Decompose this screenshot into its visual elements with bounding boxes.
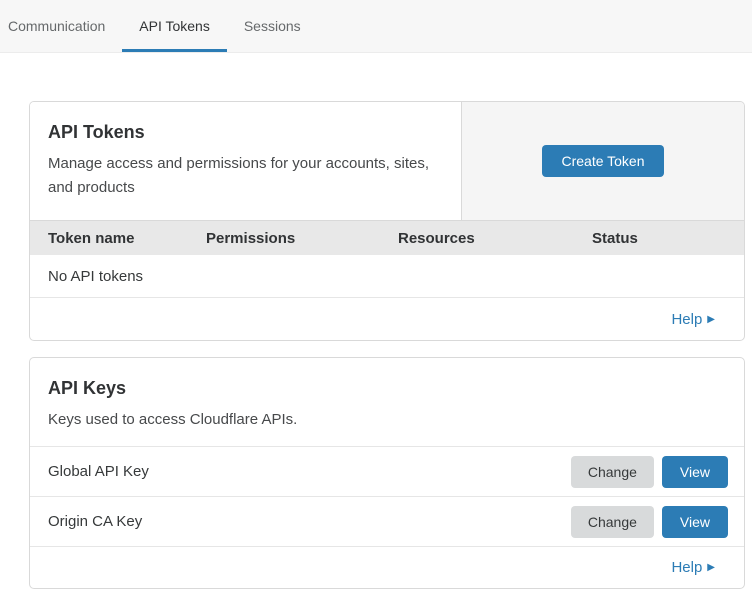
content-area: API Tokens Manage access and permissions… bbox=[0, 53, 752, 589]
api-keys-help-label: Help bbox=[671, 559, 702, 576]
api-keys-card-description: Keys used to access Cloudflare APIs. bbox=[48, 408, 444, 432]
global-api-key-row: Global API Key Change View bbox=[30, 446, 744, 496]
tokens-table-header-status: Status bbox=[592, 230, 744, 247]
tokens-empty-message: No API tokens bbox=[48, 268, 143, 285]
api-tokens-card-header: API Tokens Manage access and permissions… bbox=[30, 102, 744, 220]
api-tokens-card-description: Manage access and permissions for your a… bbox=[48, 152, 443, 200]
origin-ca-key-row: Origin CA Key Change View bbox=[30, 496, 744, 546]
api-keys-card-footer: Help ▶ bbox=[30, 546, 744, 588]
api-tokens-card-footer: Help ▶ bbox=[30, 298, 744, 340]
page: Communication API Tokens Sessions API To… bbox=[0, 0, 752, 592]
api-keys-card: API Keys Keys used to access Cloudflare … bbox=[29, 357, 745, 589]
origin-ca-key-actions: Change View bbox=[571, 506, 728, 538]
tokens-table-header-resources: Resources bbox=[398, 230, 592, 247]
api-tokens-help-link[interactable]: Help ▶ bbox=[671, 311, 715, 328]
tab-communication-label: Communication bbox=[8, 18, 105, 34]
api-tokens-card: API Tokens Manage access and permissions… bbox=[29, 101, 745, 341]
tab-communication[interactable]: Communication bbox=[0, 0, 122, 52]
api-tokens-card-title: API Tokens bbox=[48, 122, 443, 143]
tab-bar: Communication API Tokens Sessions bbox=[0, 0, 752, 53]
tokens-table-header-permissions: Permissions bbox=[206, 230, 398, 247]
origin-ca-key-change-button[interactable]: Change bbox=[571, 506, 654, 538]
tab-api-tokens-label: API Tokens bbox=[139, 18, 210, 34]
api-tokens-help-label: Help bbox=[671, 311, 702, 328]
tokens-table-header-token-name: Token name bbox=[48, 230, 206, 247]
global-api-key-actions: Change View bbox=[571, 456, 728, 488]
help-arrow-icon: ▶ bbox=[707, 314, 715, 325]
api-keys-card-header: API Keys Keys used to access Cloudflare … bbox=[30, 358, 744, 446]
api-keys-help-link[interactable]: Help ▶ bbox=[671, 559, 715, 576]
tokens-table-header: Token name Permissions Resources Status bbox=[30, 220, 744, 255]
origin-ca-key-view-button[interactable]: View bbox=[662, 506, 728, 538]
api-tokens-card-actions: Create Token bbox=[461, 102, 744, 220]
global-api-key-change-button[interactable]: Change bbox=[571, 456, 654, 488]
global-api-key-label: Global API Key bbox=[48, 463, 149, 480]
global-api-key-view-button[interactable]: View bbox=[662, 456, 728, 488]
api-tokens-card-header-text: API Tokens Manage access and permissions… bbox=[30, 102, 461, 220]
tab-sessions-label: Sessions bbox=[244, 18, 301, 34]
tokens-table-empty-row: No API tokens bbox=[30, 255, 744, 298]
create-token-button[interactable]: Create Token bbox=[542, 145, 663, 177]
origin-ca-key-label: Origin CA Key bbox=[48, 513, 142, 530]
help-arrow-icon: ▶ bbox=[707, 562, 715, 573]
tab-sessions[interactable]: Sessions bbox=[227, 0, 318, 52]
tab-api-tokens[interactable]: API Tokens bbox=[122, 0, 227, 52]
api-keys-card-title: API Keys bbox=[48, 378, 726, 399]
